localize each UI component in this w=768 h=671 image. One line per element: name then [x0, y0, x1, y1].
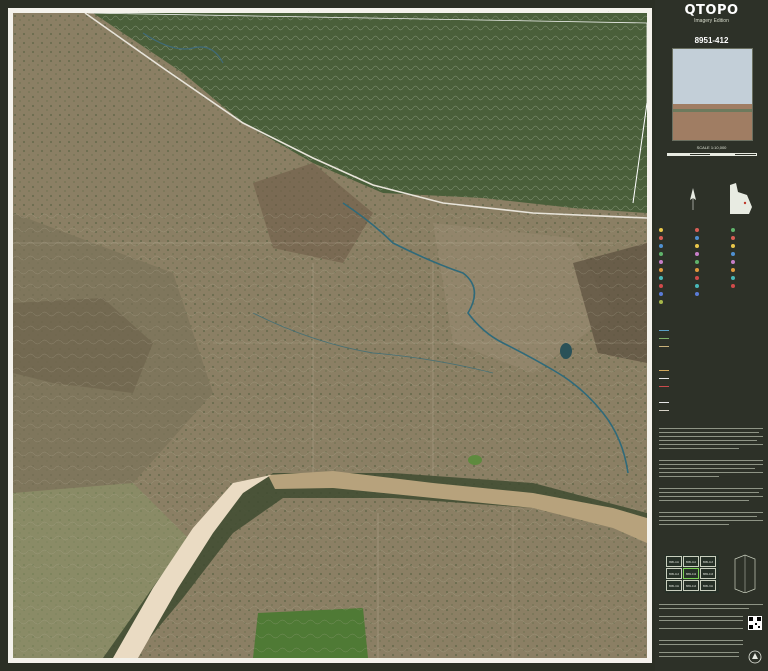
index-sheet: 8951-111	[666, 556, 682, 567]
index-sheet: 8951-112	[683, 556, 699, 567]
index-sheet: 8951-413	[700, 568, 716, 579]
legend	[655, 220, 768, 420]
qr-code-icon[interactable]	[748, 616, 762, 630]
scale-label: SCALE 1:10,000	[696, 145, 727, 150]
north-arrow-icon	[690, 188, 696, 210]
edition-label: Imagery Edition	[694, 18, 729, 24]
index-sheet: 8951-113	[700, 556, 716, 567]
cover-photo	[672, 48, 753, 141]
waterhole-vegetation	[468, 455, 482, 465]
scale-bar	[667, 153, 757, 156]
index-sheet: 8951-311	[700, 580, 716, 591]
index-sheet: 8951-414	[683, 580, 699, 591]
qld-map-icon	[730, 183, 752, 214]
index-sheet: 8951-114	[666, 568, 682, 579]
product-title: QTOPO	[684, 3, 739, 18]
sheet-layout-diagram	[734, 554, 756, 593]
sheet-number: 8951-412	[694, 36, 729, 45]
aerial-imagery-map[interactable]	[13, 13, 647, 658]
index-sheet-current: 8951-412	[683, 568, 699, 579]
info-panel: QTOPO Imagery Edition 8951-412 SCALE 1:1…	[655, 0, 768, 671]
imagery-svg	[13, 13, 647, 658]
dam	[560, 343, 572, 359]
government-crest-icon	[748, 650, 762, 664]
map-sheet: · · · · QTOPO Imagery Edition 8951-412 S…	[0, 0, 768, 671]
index-sheet: 8951-411	[666, 580, 682, 591]
adjoining-sheets-index: 8951-111 8951-112 8951-113 8951-114 8951…	[665, 555, 719, 593]
contour-lines	[13, 213, 647, 658]
